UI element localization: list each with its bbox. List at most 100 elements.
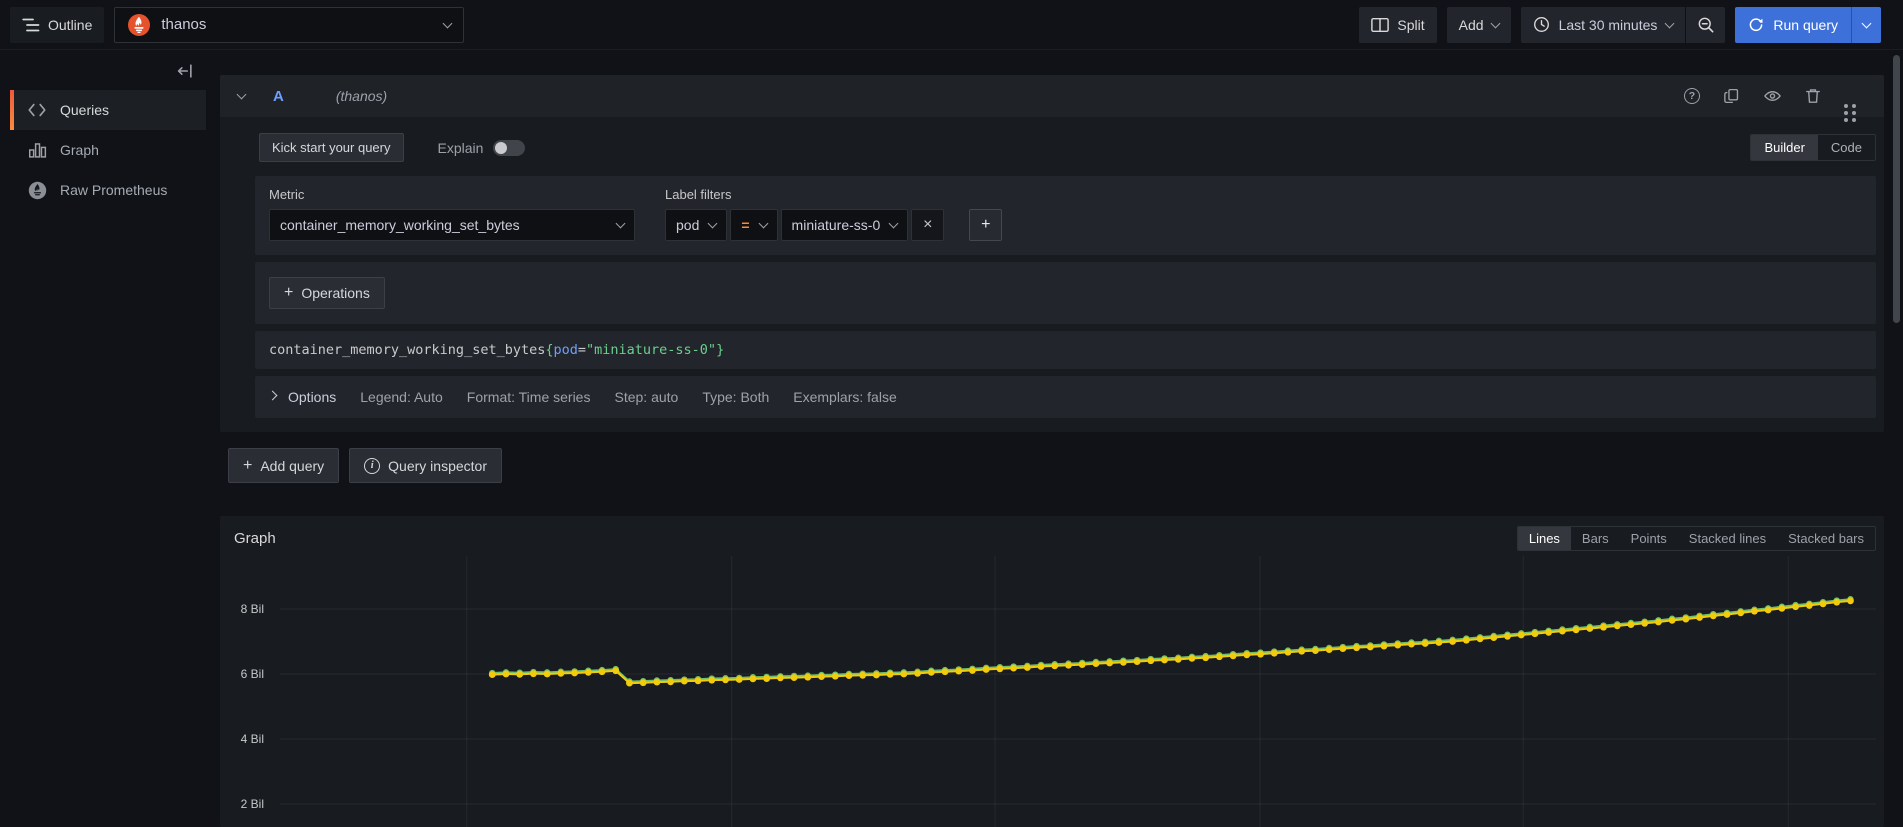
filter-operator-select[interactable]: =: [730, 209, 777, 241]
top-toolbar: Outline thanos Split Add: [0, 0, 1903, 50]
kick-start-query-button[interactable]: Kick start your query: [259, 133, 404, 162]
split-button[interactable]: Split: [1359, 7, 1436, 43]
operations-row: + Operations: [255, 262, 1876, 324]
tab-code[interactable]: Code: [1818, 135, 1875, 160]
run-query-split-button: Run query: [1735, 7, 1881, 43]
options-toggle[interactable]: Options: [269, 389, 336, 405]
options-format: Format: Time series: [467, 389, 591, 405]
svg-text:6 Bil: 6 Bil: [241, 667, 264, 681]
add-operation-button[interactable]: + Operations: [269, 277, 385, 309]
sidebar-item-label: Graph: [60, 142, 99, 158]
remove-query-trash-icon[interactable]: [1805, 87, 1821, 105]
svg-text:4 Bil: 4 Bil: [241, 732, 264, 746]
prometheus-icon: [127, 13, 151, 37]
graph-style-bars[interactable]: Bars: [1571, 527, 1620, 550]
query-inspector-button[interactable]: i Query inspector: [349, 448, 502, 483]
chevron-down-icon: [1490, 18, 1500, 28]
metric-label: Metric: [269, 187, 635, 202]
drag-handle-icon[interactable]: [1844, 81, 1856, 111]
run-query-button[interactable]: Run query: [1735, 7, 1851, 43]
split-icon: [1371, 17, 1389, 33]
label-filter: pod = miniature-ss-0 ×: [665, 209, 944, 241]
options-row: Options Legend: Auto Format: Time series…: [255, 376, 1876, 418]
clock-icon: [1533, 16, 1550, 33]
chevron-down-icon: [889, 219, 899, 229]
sidebar-item-graph[interactable]: Graph: [10, 130, 206, 170]
options-step: Step: auto: [614, 389, 678, 405]
explain-toggle[interactable]: [493, 140, 525, 156]
sidebar-item-label: Raw Prometheus: [60, 182, 167, 198]
prometheus-gray-icon: [26, 181, 48, 200]
query-editor-body: Kick start your query Explain Builder Co…: [220, 117, 1884, 418]
metric-value: container_memory_working_set_bytes: [280, 217, 520, 233]
toolbar-right: Split Add Last 30 minutes: [1359, 7, 1881, 43]
query-preview-metric: container_memory_working_set_bytes: [269, 342, 545, 358]
time-picker-group: Last 30 minutes: [1521, 7, 1726, 43]
graph-panel-header: Graph LinesBarsPointsStacked linesStacke…: [220, 516, 1884, 551]
chevron-down-icon: [616, 219, 626, 229]
plus-icon: +: [243, 458, 252, 474]
datasource-picker[interactable]: thanos: [114, 7, 464, 43]
add-label: Add: [1459, 17, 1484, 33]
hide-response-eye-icon[interactable]: [1763, 88, 1782, 104]
query-collapse-chevron-icon[interactable]: [237, 90, 247, 100]
query-ref-id: A: [273, 88, 284, 105]
chevron-down-icon: [758, 219, 768, 229]
chevron-down-icon: [1862, 18, 1872, 28]
zoom-out-time-button[interactable]: [1685, 7, 1725, 43]
graph-chart-area[interactable]: 8 Bil6 Bil4 Bil2 Bil: [220, 556, 1884, 827]
add-button[interactable]: Add: [1447, 7, 1511, 43]
query-row-header: A (thanos) ?: [220, 75, 1884, 117]
datasource-name: thanos: [161, 16, 206, 33]
toolbar-left: Outline thanos: [10, 7, 464, 43]
svg-text:8 Bil: 8 Bil: [241, 602, 264, 616]
add-filter-button[interactable]: +: [969, 209, 1002, 241]
outline-label: Outline: [48, 17, 92, 33]
query-preview-row: container_memory_working_set_bytes{pod="…: [255, 331, 1876, 369]
plus-icon: +: [284, 285, 293, 301]
graph-style-stacked-bars[interactable]: Stacked bars: [1777, 527, 1875, 550]
graph-style-points[interactable]: Points: [1620, 527, 1678, 550]
run-query-dropdown[interactable]: [1851, 7, 1881, 43]
outline-button[interactable]: Outline: [10, 7, 104, 43]
chevron-down-icon: [708, 219, 718, 229]
help-icon[interactable]: ?: [1684, 88, 1700, 104]
options-exemplars: Exemplars: false: [793, 389, 896, 405]
query-editor-panel: A (thanos) ?: [220, 75, 1884, 432]
code-brackets-icon: [26, 102, 48, 118]
options-legend: Legend: Auto: [360, 389, 443, 405]
tab-builder[interactable]: Builder: [1751, 135, 1817, 160]
sidebar-item-queries[interactable]: Queries: [10, 90, 206, 130]
time-range-label: Last 30 minutes: [1559, 17, 1658, 33]
chevron-down-icon: [1665, 18, 1675, 28]
plus-icon: +: [981, 216, 990, 234]
collapse-outline-button[interactable]: [176, 62, 194, 80]
query-actions: + Add query i Query inspector: [228, 448, 502, 483]
duplicate-query-icon[interactable]: [1723, 87, 1740, 105]
filter-value-select[interactable]: miniature-ss-0: [781, 209, 909, 241]
bar-chart-icon: [26, 141, 48, 159]
content-outline-sidebar: Queries Graph Raw Prometheus: [10, 58, 206, 210]
sidebar-item-label: Queries: [60, 102, 109, 118]
metric-and-filters-row: Metric container_memory_working_set_byte…: [255, 176, 1876, 255]
page-scrollbar-thumb[interactable]: [1893, 55, 1900, 323]
remove-filter-button[interactable]: ×: [911, 209, 944, 241]
graph-canvas[interactable]: 8 Bil6 Bil4 Bil2 Bil: [220, 556, 1884, 827]
sidebar-item-raw-prometheus[interactable]: Raw Prometheus: [10, 170, 206, 210]
add-query-button[interactable]: + Add query: [228, 448, 339, 483]
arrow-to-left-icon: [176, 62, 194, 80]
graph-style-lines[interactable]: Lines: [1518, 527, 1571, 550]
graph-style-stacked-lines[interactable]: Stacked lines: [1678, 527, 1777, 550]
metric-select[interactable]: container_memory_working_set_bytes: [269, 209, 635, 241]
filter-key-select[interactable]: pod: [665, 209, 727, 241]
magnifier-minus-icon: [1697, 16, 1715, 34]
label-filters-label: Label filters: [665, 187, 944, 202]
query-row-actions: ?: [1684, 81, 1870, 111]
info-icon: i: [364, 458, 380, 474]
split-label: Split: [1397, 17, 1424, 33]
graph-style-group: LinesBarsPointsStacked linesStacked bars: [1517, 526, 1876, 551]
time-range-picker[interactable]: Last 30 minutes: [1521, 7, 1686, 43]
outline-icon: [22, 17, 40, 33]
run-query-label: Run query: [1773, 17, 1838, 33]
graph-panel: Graph LinesBarsPointsStacked linesStacke…: [220, 516, 1884, 827]
